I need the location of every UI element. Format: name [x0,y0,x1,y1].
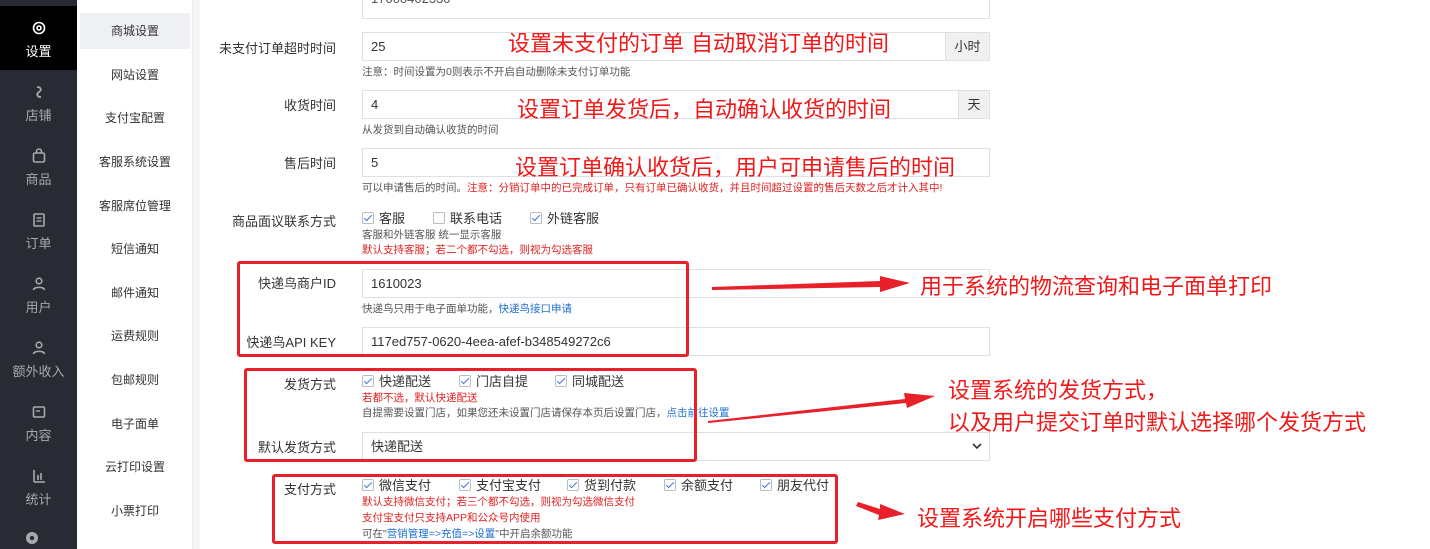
arrow-express [712,276,910,292]
arrow-delivery [708,393,935,423]
annotation-express: 用于系统的物流查询和电子面单打印 [920,275,1273,300]
annotation-delivery-2: 以及用户提交订单时默认选择哪个发货方式 [948,411,1367,436]
annotation-receive: 设置订单发货后，自动确认收货的时间 [517,98,892,123]
arrow-payment [856,502,905,520]
annotation-aftersale: 设置订单确认收货后，用户可申请售后的时间 [515,156,956,181]
annotation-payment: 设置系统开启哪些支付方式 [917,507,1182,532]
annotation-delivery-1: 设置系统的发货方式， [948,379,1169,404]
annotation-unpaid: 设置未支付的订单 自动取消订单的时间 [508,32,889,57]
